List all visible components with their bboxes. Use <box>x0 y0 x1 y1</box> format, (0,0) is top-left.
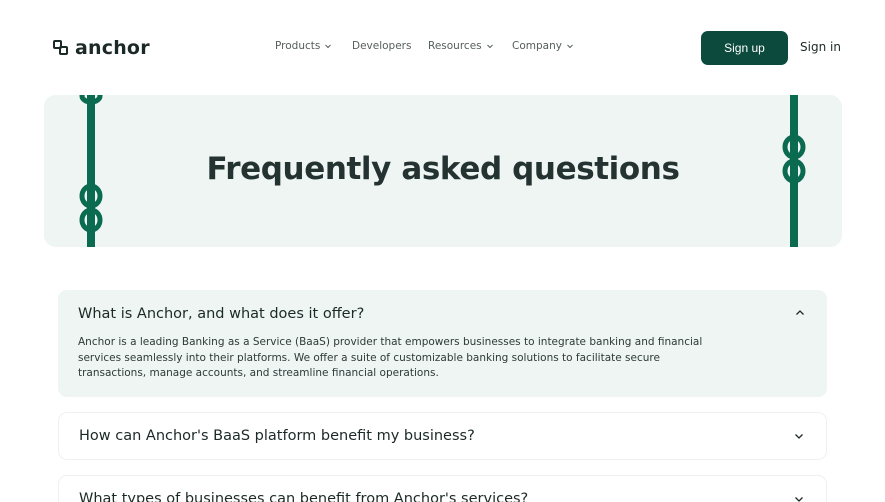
brand-name: anchor <box>75 37 150 59</box>
chevron-down-icon <box>325 44 332 49</box>
faq-hero-banner: Frequently asked questions <box>44 95 842 247</box>
nav-item-label: Developers <box>352 40 412 52</box>
nav-item-company[interactable]: Company <box>512 40 574 52</box>
nav-item-developers[interactable]: Developers <box>352 40 411 52</box>
nav-item-label: Resources <box>428 40 482 52</box>
chevron-down-icon[interactable] <box>793 493 805 502</box>
faq-question[interactable]: What types of businesses can benefit fro… <box>79 491 528 502</box>
anchor-logo-icon <box>53 40 69 56</box>
faq-item[interactable]: What is Anchor, and what does it offer? … <box>58 290 827 397</box>
faq-item[interactable]: What types of businesses can benefit fro… <box>58 475 827 502</box>
site-header: anchor Products Developers Resources Com… <box>0 0 885 96</box>
nav-item-resources[interactable]: Resources <box>428 40 494 52</box>
chevron-down-icon <box>567 44 573 49</box>
chevron-up-icon[interactable] <box>794 307 806 319</box>
nav-item-label: Company <box>512 40 562 52</box>
brand-logo[interactable]: anchor <box>53 37 150 59</box>
signup-button[interactable]: Sign up <box>701 31 788 65</box>
faq-question[interactable]: What is Anchor, and what does it offer? <box>78 306 364 322</box>
page-title: Frequently asked questions <box>206 151 680 187</box>
chevron-down-icon[interactable] <box>793 430 805 442</box>
faq-answer: Anchor is a leading Banking as a Service… <box>78 336 703 379</box>
nav-item-products[interactable]: Products <box>275 40 332 52</box>
chevron-down-icon <box>486 44 493 49</box>
signin-link[interactable]: Sign in <box>800 40 841 54</box>
faq-question[interactable]: How can Anchor's BaaS platform benefit m… <box>79 428 475 444</box>
nav-item-label: Products <box>275 40 321 52</box>
faq-item[interactable]: How can Anchor's BaaS platform benefit m… <box>58 412 827 460</box>
